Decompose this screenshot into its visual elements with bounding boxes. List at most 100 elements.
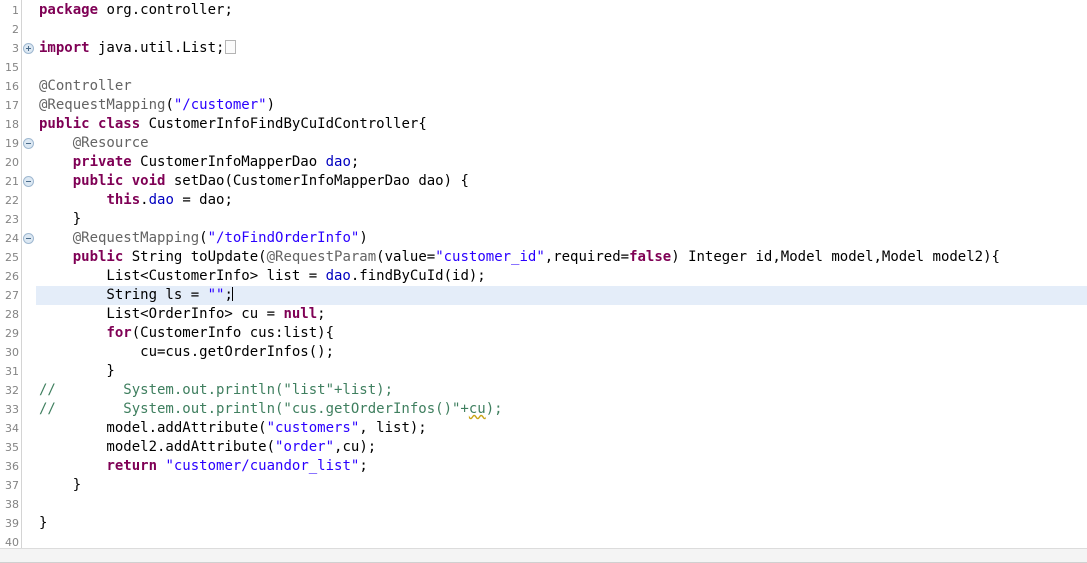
code-token: this bbox=[106, 192, 141, 208]
text-caret bbox=[231, 287, 233, 301]
code-token: ) bbox=[266, 97, 276, 113]
line-number: 27 bbox=[5, 289, 19, 302]
line-number: 1 bbox=[12, 4, 19, 17]
code-line[interactable]: @RequestMapping("/toFindOrderInfo") bbox=[36, 229, 1087, 248]
fold-cell bbox=[22, 438, 36, 457]
fold-collapse-icon[interactable] bbox=[23, 176, 34, 187]
code-line[interactable]: model2.addAttribute("order",cu); bbox=[36, 438, 1087, 457]
code-line[interactable]: List<OrderInfo> cu = null; bbox=[36, 305, 1087, 324]
code-line[interactable]: } bbox=[36, 476, 1087, 495]
line-number-gutter[interactable]: 1 2 3 15 16 17 18 19 20 21 22 23 24 25 26 27 28 29 30 31 32 3… bbox=[0, 0, 22, 548]
code-folding-column[interactable] bbox=[22, 0, 36, 548]
code-token: String toUpdate( bbox=[123, 249, 267, 265]
code-token: package bbox=[39, 2, 99, 18]
code-line[interactable]: } bbox=[36, 210, 1087, 229]
code-line[interactable]: cu=cus.getOrderInfos(); bbox=[36, 343, 1087, 362]
code-line[interactable]: public class CustomerInfoFindByCuIdContr… bbox=[36, 115, 1087, 134]
code-line[interactable] bbox=[36, 533, 1087, 548]
line-number: 30 bbox=[5, 346, 19, 359]
code-token: (CustomerInfo cus:list){ bbox=[131, 325, 335, 341]
line-number: 33 bbox=[5, 403, 19, 416]
fold-cell[interactable] bbox=[22, 172, 36, 191]
code-line[interactable]: } bbox=[36, 514, 1087, 533]
line-number: 35 bbox=[5, 441, 19, 454]
code-token: return bbox=[106, 458, 158, 474]
code-token: } bbox=[39, 477, 82, 493]
code-token: "" bbox=[207, 287, 225, 303]
code-token: "customers" bbox=[266, 420, 360, 436]
code-line[interactable]: this.dao = dao; bbox=[36, 191, 1087, 210]
code-token: ; bbox=[317, 306, 326, 322]
editor-code-area[interactable]: 1 2 3 15 16 17 18 19 20 21 22 23 24 25 26 27 28 29 30 31 32 3… bbox=[0, 0, 1087, 548]
code-token: void bbox=[131, 173, 166, 189]
code-line[interactable] bbox=[36, 20, 1087, 39]
code-line[interactable]: } bbox=[36, 362, 1087, 381]
code-token: @Controller bbox=[39, 78, 132, 94]
code-token: dao bbox=[325, 154, 351, 170]
line-number: 24 bbox=[5, 232, 19, 245]
code-token: CustomerInfoMapperDao bbox=[131, 154, 326, 170]
code-token: public bbox=[39, 116, 90, 132]
line-number: 37 bbox=[5, 479, 19, 492]
collapsed-region-box[interactable] bbox=[225, 40, 237, 54]
code-token: dao bbox=[325, 268, 351, 284]
code-line[interactable]: for(CustomerInfo cus:list){ bbox=[36, 324, 1087, 343]
code-line[interactable]: private CustomerInfoMapperDao dao; bbox=[36, 153, 1087, 172]
line-number: 15 bbox=[5, 61, 19, 74]
code-token: @RequestMapping bbox=[39, 97, 166, 113]
code-token: ) Integer id,Model model,Model model2){ bbox=[671, 249, 1000, 265]
code-token: ; bbox=[359, 458, 368, 474]
code-line[interactable]: public void setDao(CustomerInfoMapperDao… bbox=[36, 172, 1087, 191]
code-line[interactable]: List<CustomerInfo> list = dao.findByCuId… bbox=[36, 267, 1087, 286]
code-line[interactable]: @Resource bbox=[36, 134, 1087, 153]
fold-cell bbox=[22, 495, 36, 514]
code-line[interactable]: return "customer/cuandor_list"; bbox=[36, 457, 1087, 476]
code-token: // System.out.println("list"+list); bbox=[39, 382, 394, 398]
code-token: for bbox=[106, 325, 132, 341]
code-line[interactable]: // System.out.println("list"+list); bbox=[36, 381, 1087, 400]
code-line[interactable]: // System.out.println("cus.getOrderInfos… bbox=[36, 400, 1087, 419]
fold-cell bbox=[22, 305, 36, 324]
code-line[interactable]: @Controller bbox=[36, 77, 1087, 96]
code-line[interactable] bbox=[36, 58, 1087, 77]
fold-collapse-icon[interactable] bbox=[23, 233, 34, 244]
fold-cell bbox=[22, 96, 36, 115]
code-token: "/customer" bbox=[173, 97, 267, 113]
fold-cell[interactable] bbox=[22, 134, 36, 153]
fold-cell[interactable] bbox=[22, 229, 36, 248]
code-line[interactable]: @RequestMapping("/customer") bbox=[36, 96, 1087, 115]
horizontal-scrollbar[interactable] bbox=[0, 548, 1087, 563]
code-line[interactable]: model.addAttribute("customers", list); bbox=[36, 419, 1087, 438]
code-line[interactable]: package org.controller; bbox=[36, 1, 1087, 20]
fold-cell[interactable] bbox=[22, 39, 36, 58]
fold-cell bbox=[22, 153, 36, 172]
fold-collapse-icon[interactable] bbox=[23, 138, 34, 149]
fold-expand-icon[interactable] bbox=[23, 43, 34, 54]
code-token: // System.out.println("cus.getOrderInfos… bbox=[39, 401, 469, 417]
code-token: "/toFindOrderInfo" bbox=[207, 230, 360, 246]
code-line[interactable]: import java.util.List; bbox=[36, 39, 1087, 58]
code-token: model2.addAttribute( bbox=[39, 439, 276, 455]
line-number: 2 bbox=[12, 23, 19, 36]
code-line-current[interactable]: String ls = ""; bbox=[36, 286, 1087, 305]
line-number: 18 bbox=[5, 118, 19, 131]
line-number: 39 bbox=[5, 517, 19, 530]
code-token: @RequestMapping bbox=[72, 230, 200, 246]
code-line[interactable]: public String toUpdate(@RequestParam(val… bbox=[36, 248, 1087, 267]
horizontal-scrollbar-thumb[interactable] bbox=[0, 550, 1087, 561]
fold-cell bbox=[22, 362, 36, 381]
line-number: 19 bbox=[5, 137, 19, 150]
editor-text-pane[interactable]: package org.controller; import java.util… bbox=[36, 0, 1087, 548]
line-number: 17 bbox=[5, 99, 19, 112]
code-token: public bbox=[72, 173, 124, 189]
fold-cell bbox=[22, 58, 36, 77]
fold-cell bbox=[22, 210, 36, 229]
code-token: ( bbox=[165, 97, 174, 113]
code-token: class bbox=[98, 116, 141, 132]
code-editor[interactable]: 1 2 3 15 16 17 18 19 20 21 22 23 24 25 26 27 28 29 30 31 32 3… bbox=[0, 0, 1087, 563]
code-token: String ls = bbox=[39, 287, 208, 303]
code-line[interactable] bbox=[36, 495, 1087, 514]
